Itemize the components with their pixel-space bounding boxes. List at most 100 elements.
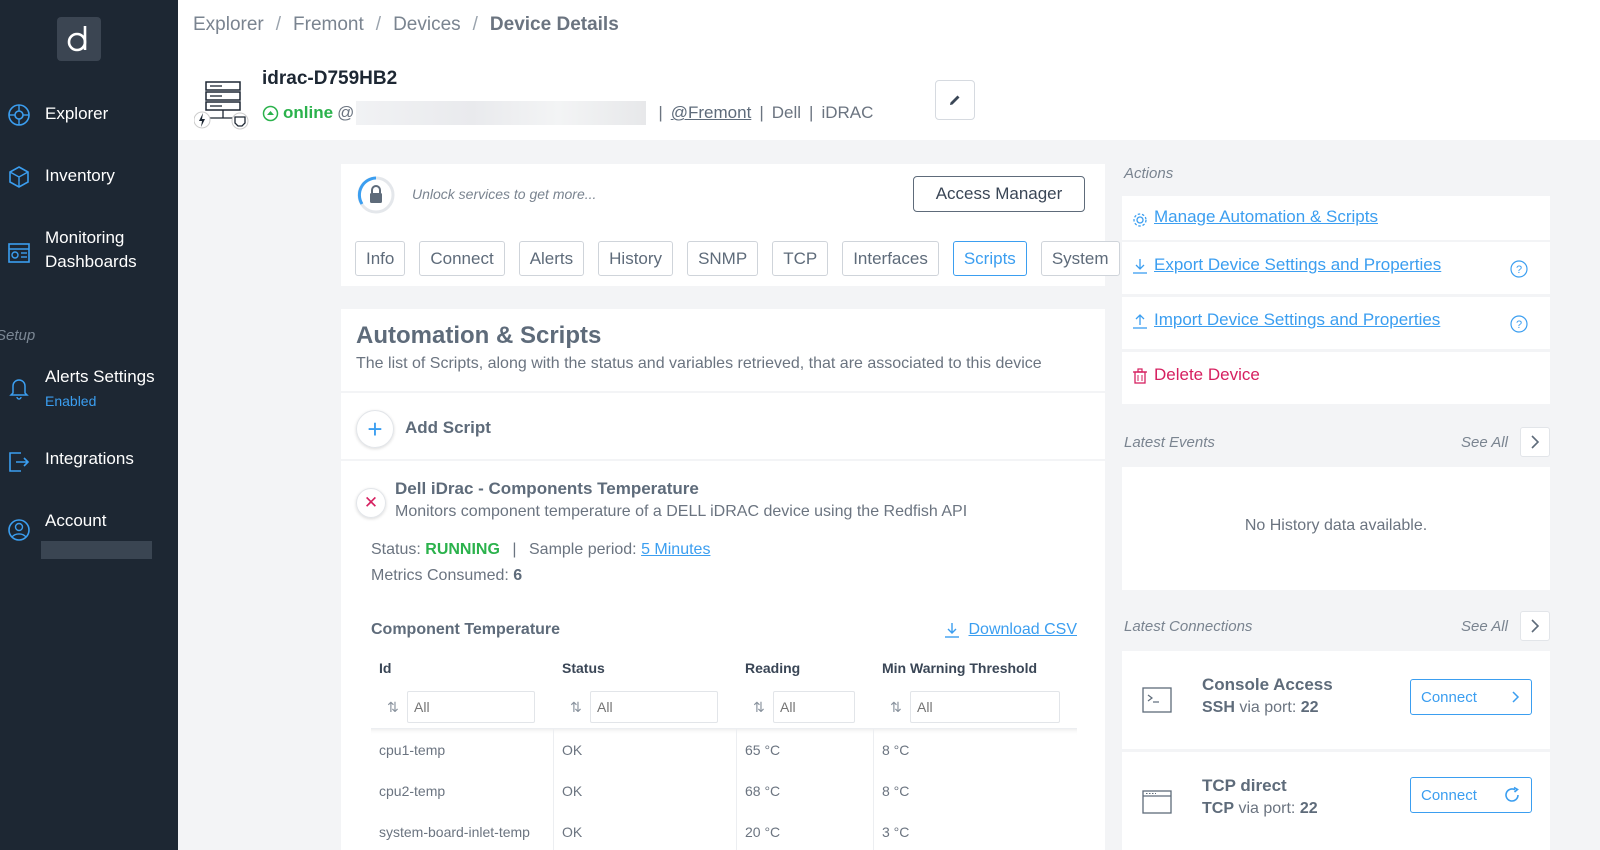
filter-min-warning-input[interactable] [910,691,1060,723]
tab-system[interactable]: System [1040,241,1120,276]
scripts-section: Automation & Scripts The list of Scripts… [341,309,1105,850]
column-header-id[interactable]: Id [371,656,554,686]
delete-device-action[interactable]: Delete Device [1122,352,1550,404]
events-see-all[interactable]: See All [1461,434,1508,451]
column-header-min-warning[interactable]: Min Warning Threshold [874,656,1077,686]
connect-tcp-button[interactable]: Connect [1410,777,1532,813]
filter-status-input[interactable] [590,691,718,723]
breadcrumb-devices[interactable]: Devices [393,14,461,35]
lock-icon [357,176,395,214]
sidebar-item-alerts-settings[interactable]: Alerts Settings Enabled [0,365,178,413]
services-card: Unlock services to get more... Access Ma… [341,164,1120,286]
ip-at-sign: @ [337,103,355,122]
logo-icon [67,26,87,52]
device-type: iDRAC [821,103,874,122]
export-settings-action[interactable]: Export Device Settings and Properties ? [1122,242,1550,294]
chevron-right-icon [1512,691,1520,703]
no-history-message: No History data available. [1244,517,1428,534]
cell-status: OK [554,729,737,770]
tab-connect[interactable]: Connect [419,241,505,276]
sort-icon[interactable]: ⇅ [745,699,773,716]
connection-port: TCP via port: 22 [1202,800,1318,817]
manage-automation-link[interactable]: Manage Automation & Scripts [1154,207,1378,227]
connections-see-all-button[interactable] [1520,611,1550,641]
pencil-icon [950,95,960,105]
metrics-consumed: Metrics Consumed: 6 [371,567,522,585]
sort-icon[interactable]: ⇅ [882,699,910,716]
tab-info[interactable]: Info [355,241,406,276]
table-body: cpu1-temp OK 65 °C 8 °C cpu2-temp OK 68 … [371,728,1077,850]
events-see-all-button[interactable] [1520,427,1550,457]
connect-ssh-button[interactable]: Connect [1410,679,1532,715]
unlock-services-text: Unlock services to get more... [412,186,597,202]
sort-icon[interactable]: ⇅ [562,699,590,716]
sample-period-label: Sample period: [529,541,637,558]
edit-device-button[interactable] [935,80,975,120]
import-settings-link[interactable]: Import Device Settings and Properties [1154,310,1440,330]
inventory-icon [9,166,29,188]
table-row: cpu1-temp OK 65 °C 8 °C [371,729,1077,770]
filter-id-input[interactable] [407,691,535,723]
device-header: Explorer / Fremont / Devices / Device Details … [178,0,1600,140]
sidebar-item-monitoring-dashboards[interactable]: Monitoring Dashboards [0,226,178,278]
add-script-row[interactable]: + Add Script [341,393,1105,459]
delete-device-link[interactable]: Delete Device [1154,365,1260,385]
table-header: Id Status Reading Min Warning Threshold [371,656,1077,686]
dashboard-icon [8,243,30,263]
cell-status: OK [554,770,737,811]
account-icon [8,519,30,541]
logo[interactable] [57,17,101,61]
column-header-reading[interactable]: Reading [737,656,874,686]
connection-item-console: Console Access SSH via port: 22 Connect [1122,651,1550,749]
tab-alerts[interactable]: Alerts [518,241,585,276]
sidebar-item-label: Integrations [45,449,134,468]
tab-scripts[interactable]: Scripts [952,241,1027,276]
access-manager-button[interactable]: Access Manager [913,176,1085,212]
cell-reading: 65 °C [737,729,874,770]
sidebar-item-inventory[interactable]: Inventory [0,164,178,190]
download-icon [944,623,959,638]
svg-text:?: ? [1516,319,1522,331]
site-link[interactable]: @Fremont [671,103,752,123]
tab-tcp[interactable]: TCP [772,241,829,276]
sidebar-item-integrations[interactable]: Integrations [0,447,178,473]
cell-min-warning: 8 °C [882,741,910,758]
tab-history[interactable]: History [598,241,674,276]
add-script-label[interactable]: Add Script [405,418,491,438]
script-status-line: Status: RUNNING | Sample period: 5 Minut… [371,541,711,558]
help-icon[interactable]: ? [1510,315,1528,333]
tab-snmp[interactable]: SNMP [687,241,759,276]
tab-interfaces[interactable]: Interfaces [842,241,939,276]
breadcrumb-explorer[interactable]: Explorer [193,14,264,35]
sidebar-item-account[interactable]: Account [0,509,178,541]
latest-events-label: Latest Events [1124,434,1215,451]
table-row: cpu2-temp OK 68 °C 8 °C [371,770,1077,811]
download-csv-link[interactable]: Download CSV [943,621,1077,639]
breadcrumb-fremont[interactable]: Fremont [293,14,364,35]
download-icon [1133,259,1147,274]
column-header-status[interactable]: Status [554,656,737,686]
plus-icon[interactable]: + [356,410,394,448]
sidebar-item-label: Alerts Settings [45,367,155,386]
filter-reading-input[interactable] [773,691,855,723]
help-icon[interactable]: ? [1510,260,1528,278]
sample-period-link[interactable]: 5 Minutes [641,541,710,558]
integrations-icon [9,452,30,472]
scripts-title: Automation & Scripts [356,322,602,349]
import-settings-action[interactable]: Import Device Settings and Properties ? [1122,297,1550,349]
connections-see-all[interactable]: See All [1461,618,1508,635]
cell-status: OK [554,811,737,850]
manage-automation-action[interactable]: Manage Automation & Scripts [1122,196,1550,240]
server-device-icon [194,81,249,130]
device-name: idrac-D759HB2 [262,68,398,89]
breadcrumb-current: Device Details [489,14,619,35]
sidebar-item-explorer[interactable]: Explorer [0,102,178,128]
cell-id: cpu2-temp [371,770,554,811]
cell-id: system-board-inlet-temp [371,811,554,850]
sort-icon[interactable]: ⇅ [379,699,407,716]
connection-title: Console Access [1202,675,1333,694]
cell-id: cpu1-temp [371,729,554,770]
upload-icon [1133,314,1147,329]
remove-script-close-icon[interactable]: ✕ [356,488,386,518]
export-settings-link[interactable]: Export Device Settings and Properties [1154,255,1441,275]
